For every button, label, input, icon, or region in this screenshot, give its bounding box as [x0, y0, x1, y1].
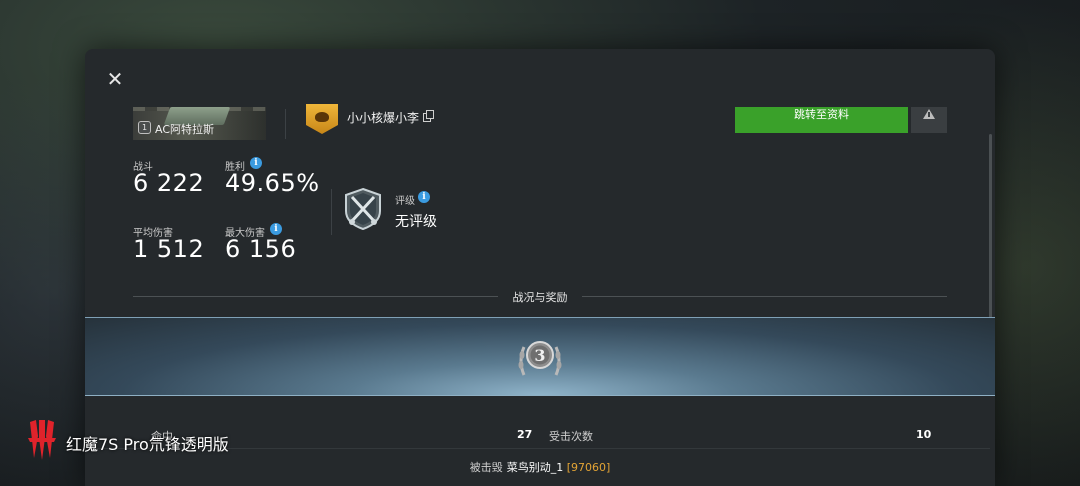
- killer-id: [97060]: [566, 461, 611, 474]
- section-title: 战况与奖励: [512, 291, 568, 304]
- close-icon[interactable]: ✕: [105, 69, 125, 89]
- rating-info-icon[interactable]: i: [418, 191, 430, 203]
- hits-value: 27: [517, 428, 533, 441]
- battles-value: 6 222: [133, 169, 205, 197]
- rating-divider: [331, 189, 332, 235]
- killer-name: 菜鸟别动_1: [506, 461, 564, 474]
- rewards-banner: 3: [85, 317, 995, 396]
- destroyed-by-row: 被击毁 菜鸟别动_1 [97060]: [85, 459, 995, 475]
- avg-damage-value: 1 512: [133, 235, 205, 263]
- copy-icon[interactable]: [423, 110, 434, 122]
- clan-emblem-icon: [306, 104, 338, 134]
- go-to-profile-button[interactable]: 跳转至资料: [735, 107, 908, 133]
- max-damage-value: 6 156: [225, 235, 297, 263]
- red-magic-logo-icon: [28, 420, 56, 460]
- vehicle-thumbnail: 1 AC阿特拉斯: [133, 107, 266, 140]
- rating-emblem-icon: [345, 187, 381, 231]
- win-rate-info-icon[interactable]: i: [250, 157, 262, 169]
- rating-label: 评级: [395, 196, 415, 207]
- mastery-badge-number: 3: [534, 346, 545, 365]
- received-hits-label: 受击次数: [549, 430, 593, 443]
- device-watermark: 红魔7S Pro氘锋透明版: [66, 435, 229, 454]
- header-divider: [285, 109, 286, 139]
- player-info-dialog: ✕ 1 AC阿特拉斯 小小核爆小李 跳转至资料 战斗 6 222 胜利 i 49…: [85, 49, 995, 486]
- destroyed-by-label: 被击毁: [469, 461, 503, 474]
- rating-value: 无评级: [395, 214, 437, 230]
- win-rate-value: 49.65%: [225, 169, 320, 197]
- mastery-badge-icon: 3: [518, 341, 562, 376]
- section-divider-right: [582, 296, 947, 297]
- report-button[interactable]: [911, 107, 947, 133]
- vehicle-name: AC阿特拉斯: [155, 123, 215, 136]
- tier-badge: 1: [138, 121, 151, 134]
- max-damage-info-icon[interactable]: i: [270, 223, 282, 235]
- player-name: 小小核爆小李: [347, 111, 420, 125]
- received-hits-value: 10: [916, 428, 932, 441]
